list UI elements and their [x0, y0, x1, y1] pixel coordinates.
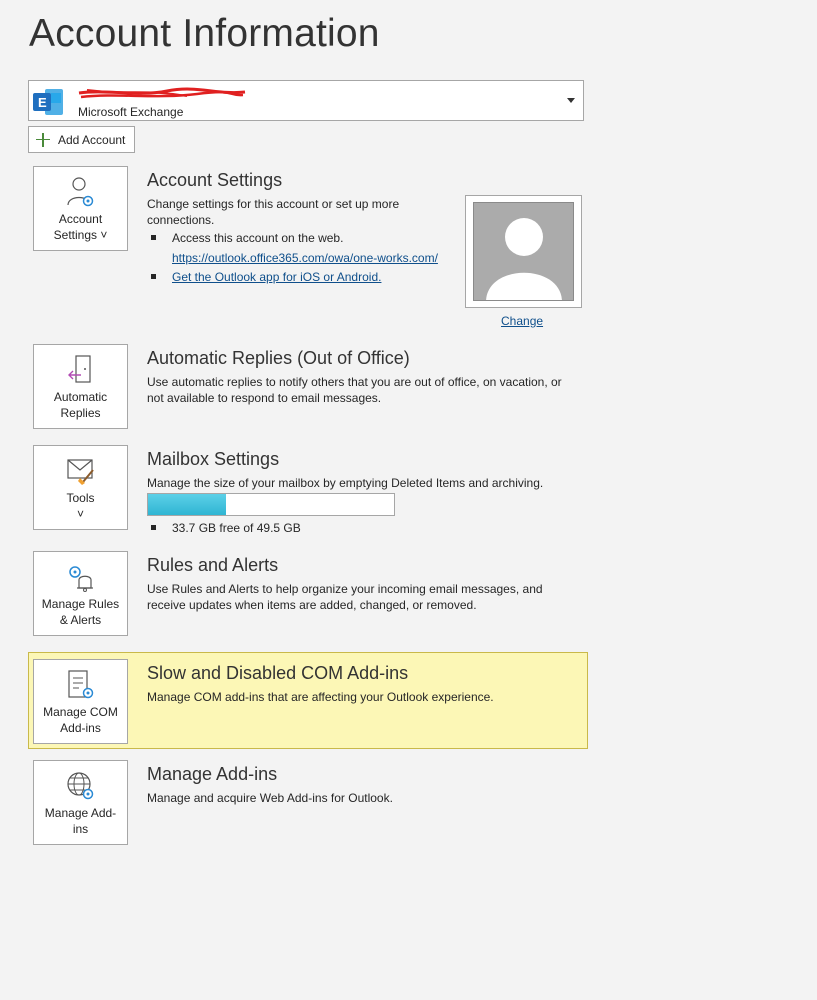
- tools-label: Tools: [66, 491, 95, 505]
- globe-gear-icon: [66, 772, 93, 800]
- com-addins-desc: Manage COM add-ins that are affecting yo…: [147, 690, 494, 704]
- svg-text:E: E: [38, 95, 47, 110]
- automatic-replies-desc: Use automatic replies to notify others t…: [147, 375, 562, 405]
- manage-com-label-2: Add-ins: [60, 721, 101, 735]
- manage-com-label: Manage COM: [43, 705, 118, 719]
- account-settings-title: Account Settings: [147, 170, 283, 190]
- automatic-replies-label-2: Replies: [60, 406, 101, 420]
- rules-alerts-title: Rules and Alerts: [147, 555, 279, 575]
- manage-addins-button[interactable]: Manage Add- ins: [33, 760, 128, 845]
- person-silhouette-icon: [486, 218, 562, 300]
- account-settings-bullets: Access this account on the web. https://…: [151, 229, 438, 288]
- bullet-icon: [151, 235, 156, 240]
- account-type: Microsoft Exchange: [78, 105, 184, 119]
- account-selector[interactable]: E Microsoft Exchange: [28, 80, 584, 121]
- quota-info: 33.7 GB free of 49.5 GB: [151, 519, 301, 539]
- manage-rules-button[interactable]: Manage Rules & Alerts: [33, 551, 128, 636]
- manage-rules-label: Manage Rules: [41, 597, 120, 611]
- rules-alerts-desc: Use Rules and Alerts to help organize yo…: [147, 582, 543, 612]
- manage-addins-label: Manage Add-: [44, 806, 117, 820]
- automatic-replies-button[interactable]: Automatic Replies: [33, 344, 128, 429]
- add-account-button[interactable]: Add Account: [28, 126, 135, 153]
- web-access-text: Access this account on the web.: [172, 231, 344, 245]
- add-account-label: Add Account: [58, 132, 126, 147]
- chevron-down-icon[interactable]: [567, 98, 575, 103]
- page-title: Account Information: [29, 12, 380, 55]
- profile-photo: [465, 195, 582, 308]
- redacted-email-scribble: [78, 87, 246, 99]
- com-addins-title: Slow and Disabled COM Add-ins: [147, 663, 409, 683]
- automatic-replies-title: Automatic Replies (Out of Office): [147, 348, 410, 368]
- bullet-icon: [151, 525, 156, 530]
- com-addins-gear-icon: [67, 670, 93, 699]
- manage-rules-label-2: & Alerts: [59, 613, 102, 627]
- manage-com-addins-button[interactable]: Manage COM Add-ins: [33, 659, 128, 744]
- manage-addins-desc: Manage and acquire Web Add-ins for Outlo…: [147, 791, 393, 805]
- mailbox-tools-icon: [66, 459, 94, 485]
- owa-link[interactable]: https://outlook.office365.com/owa/one-wo…: [172, 249, 438, 269]
- chevron-down-icon: ˅: [76, 507, 84, 521]
- mailbox-settings-desc: Manage the size of your mailbox by empty…: [147, 476, 544, 490]
- mailbox-quota-bar: [147, 493, 395, 516]
- manage-addins-label-2: ins: [72, 822, 89, 836]
- manage-addins-title: Manage Add-ins: [147, 764, 278, 784]
- exchange-icon: E: [33, 89, 63, 115]
- mailbox-settings-title: Mailbox Settings: [147, 449, 280, 469]
- account-settings-button[interactable]: Account Settings ˅: [33, 166, 128, 251]
- account-settings-desc: Change settings for this account or set …: [147, 197, 400, 227]
- automatic-replies-label: Automatic: [53, 390, 108, 404]
- quota-text: 33.7 GB free of 49.5 GB: [172, 521, 301, 535]
- account-gear-icon: [66, 177, 93, 207]
- change-photo-link[interactable]: Change: [501, 314, 543, 328]
- tools-button[interactable]: Tools ˅: [33, 445, 128, 530]
- account-settings-label-2: Settings ˅: [53, 228, 108, 242]
- account-settings-label: Account: [58, 212, 103, 226]
- outlook-app-link[interactable]: Get the Outlook app for iOS or Android.: [172, 268, 381, 288]
- quota-bar-fill: [148, 494, 227, 515]
- door-arrow-icon: [67, 355, 91, 383]
- rules-bell-icon: [68, 566, 93, 592]
- bullet-icon: [151, 274, 156, 279]
- plus-icon: [36, 132, 50, 147]
